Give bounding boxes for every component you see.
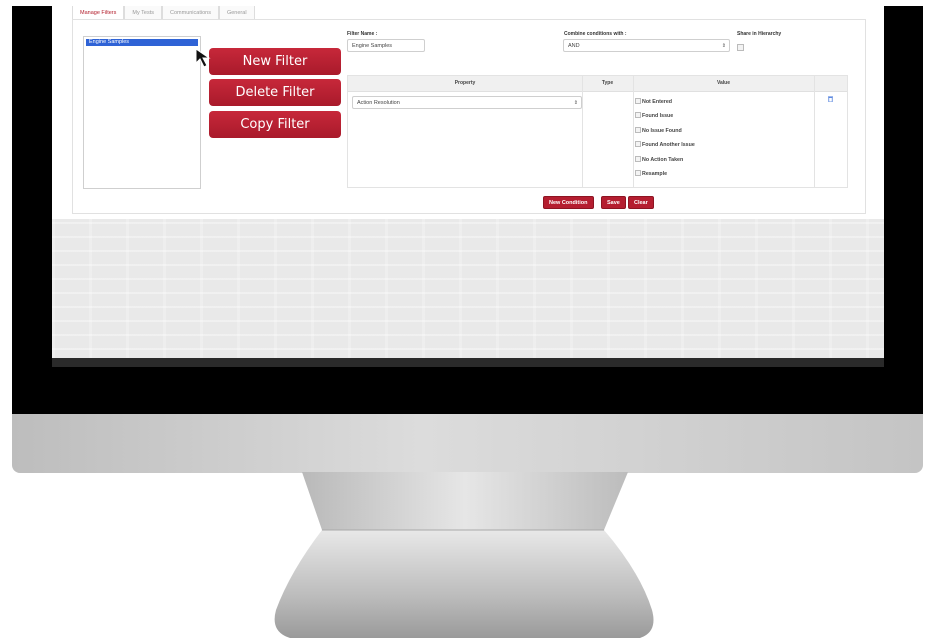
conditions-table: Property Type Value Action Resolution ⇕ … (347, 75, 848, 188)
checkbox-icon (635, 127, 641, 133)
combine-conditions-label: Combine conditions with : (564, 31, 627, 37)
value-option[interactable]: Found Issue (635, 112, 673, 120)
tab-manage-filters[interactable]: Manage Filters (72, 6, 125, 20)
combine-conditions-select[interactable]: AND ⇕ (563, 39, 730, 52)
new-filter-button[interactable]: New Filter (209, 48, 341, 75)
tab-bar: Manage Filters My Tests Communications G… (72, 6, 255, 21)
combine-conditions-value: AND (568, 43, 580, 49)
updown-arrows-icon: ⇕ (573, 100, 578, 106)
checkbox-icon (635, 112, 641, 118)
checkbox-icon (635, 98, 641, 104)
trash-icon[interactable] (828, 96, 833, 102)
value-option-label: No Action Taken (642, 157, 684, 163)
value-option-label: Not Entered (642, 99, 673, 105)
delete-filter-button[interactable]: Delete Filter (209, 79, 341, 106)
new-condition-button[interactable]: New Condition (543, 196, 594, 209)
updown-arrows-icon: ⇕ (721, 43, 726, 49)
value-option[interactable]: Found Another Issue (635, 141, 695, 149)
clear-button[interactable]: Clear (628, 196, 654, 209)
property-select[interactable]: Action Resolution ⇕ (352, 96, 582, 109)
copy-filter-button[interactable]: Copy Filter (209, 111, 341, 138)
value-option[interactable]: No Action Taken (635, 156, 683, 164)
header-value: Value (716, 80, 731, 86)
filter-name-input[interactable]: Engine Samples (347, 39, 425, 52)
share-in-hierarchy-label: Share in Hierarchy (737, 31, 782, 37)
conditions-table-header: Property Type Value (348, 76, 847, 92)
filter-list[interactable]: Engine Samples (83, 36, 201, 189)
column-divider (633, 76, 634, 187)
value-option-label: Found Issue (642, 113, 674, 119)
checkbox-icon (635, 141, 641, 147)
column-divider (582, 76, 583, 187)
footer-bar (52, 358, 884, 367)
column-divider (814, 76, 815, 187)
value-option-label: Resample (642, 171, 668, 177)
share-in-hierarchy-checkbox[interactable] (737, 44, 744, 51)
value-option-label: Found Another Issue (642, 142, 695, 148)
value-option[interactable]: Not Entered (635, 98, 672, 106)
filter-name-label: Filter Name : (347, 31, 378, 37)
monitor-stand (274, 472, 654, 638)
header-property: Property (454, 80, 476, 86)
property-value: Action Resolution (357, 100, 400, 106)
value-option[interactable]: Resample (635, 170, 667, 178)
checkbox-icon (635, 156, 641, 162)
monitor-chin (12, 414, 923, 473)
header-type: Type (601, 80, 614, 86)
manage-filters-panel: Engine Samples New Filter Delete Filter … (72, 19, 866, 214)
mouse-cursor-icon (195, 48, 211, 68)
page-background (52, 219, 884, 364)
value-option[interactable]: No Issue Found (635, 127, 682, 135)
screen: Manage Filters My Tests Communications G… (52, 6, 884, 367)
save-button[interactable]: Save (601, 196, 626, 209)
filter-list-item[interactable]: Engine Samples (86, 39, 198, 46)
checkbox-icon (635, 170, 641, 176)
value-option-label: No Issue Found (642, 128, 682, 134)
